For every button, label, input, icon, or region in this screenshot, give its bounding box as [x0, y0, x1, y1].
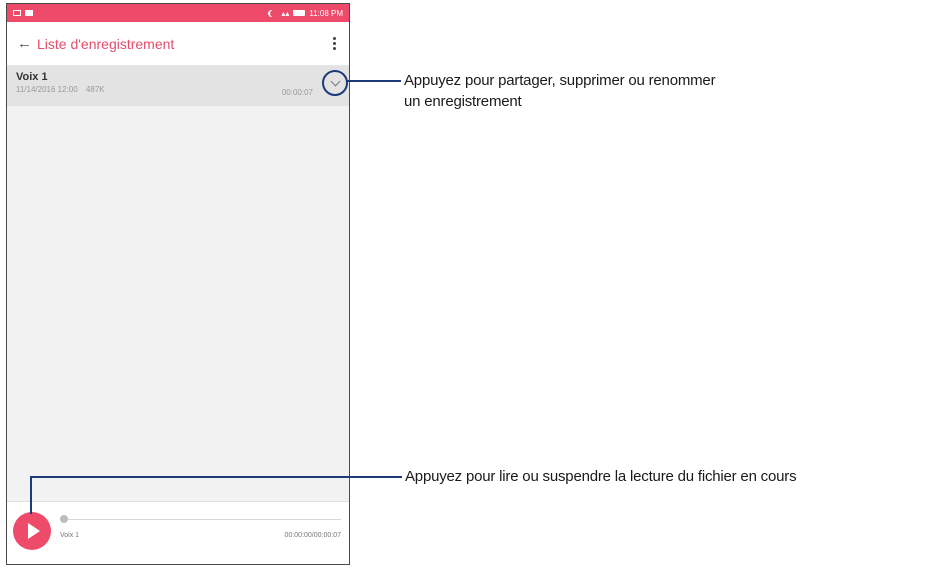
play-icon — [27, 523, 40, 539]
callout-line-expand — [347, 80, 401, 82]
arrow-left-icon[interactable]: ← — [17, 35, 35, 52]
recording-list-item[interactable]: Voix 1 11/14/2016 12:00 487K 00:00:07 — [7, 66, 349, 106]
manual-figure: ▴▴ 11:08 PM ← Liste d'enregistrement Voi… — [0, 0, 926, 570]
player-time: 00:00:00/00:00:07 — [284, 532, 341, 539]
app-bar: ← Liste d'enregistrement — [7, 22, 349, 66]
recording-duration: 00:00:07 — [281, 88, 313, 97]
callout-text-play: Appuyez pour lire ou suspendre la lectur… — [405, 466, 797, 487]
callout-play-text: Appuyez pour lire ou suspendre la lectur… — [405, 468, 797, 485]
callout-line-play-vertical — [30, 476, 32, 514]
moon-icon — [270, 10, 277, 17]
callout-expand-line1: Appuyez pour partager, supprimer ou reno… — [404, 72, 716, 89]
recording-name: Voix 1 — [16, 71, 48, 83]
phone-screen: ▴▴ 11:08 PM ← Liste d'enregistrement Voi… — [6, 3, 350, 565]
callout-line-play-horizontal — [30, 476, 402, 478]
status-right: ▴▴ 11:08 PM — [268, 9, 343, 18]
status-bar: ▴▴ 11:08 PM — [7, 4, 349, 22]
notification-icon — [25, 10, 33, 16]
seek-track[interactable] — [63, 519, 341, 520]
status-time: 11:08 PM — [309, 8, 343, 18]
recording-date: 11/14/2016 12:00 — [16, 85, 78, 94]
callout-expand-line2: un enregistrement — [404, 93, 522, 110]
status-left — [13, 10, 33, 16]
battery-icon — [293, 10, 306, 16]
screen-icon — [13, 10, 21, 16]
player-bar: Voix 1 00:00:00/00:00:07 — [7, 501, 349, 564]
seek-thumb[interactable] — [60, 515, 68, 523]
recording-size: 487K — [85, 85, 105, 94]
more-vertical-icon[interactable] — [329, 37, 339, 50]
callout-text-expand: Appuyez pour partager, supprimer ou reno… — [404, 70, 716, 112]
expand-options-button[interactable] — [322, 70, 348, 96]
page-title: Liste d'enregistrement — [37, 35, 175, 52]
signal-icon: ▴▴ — [281, 8, 290, 18]
player-track-name: Voix 1 — [60, 532, 80, 539]
chevron-down-icon — [330, 76, 340, 87]
play-button[interactable] — [13, 512, 51, 550]
